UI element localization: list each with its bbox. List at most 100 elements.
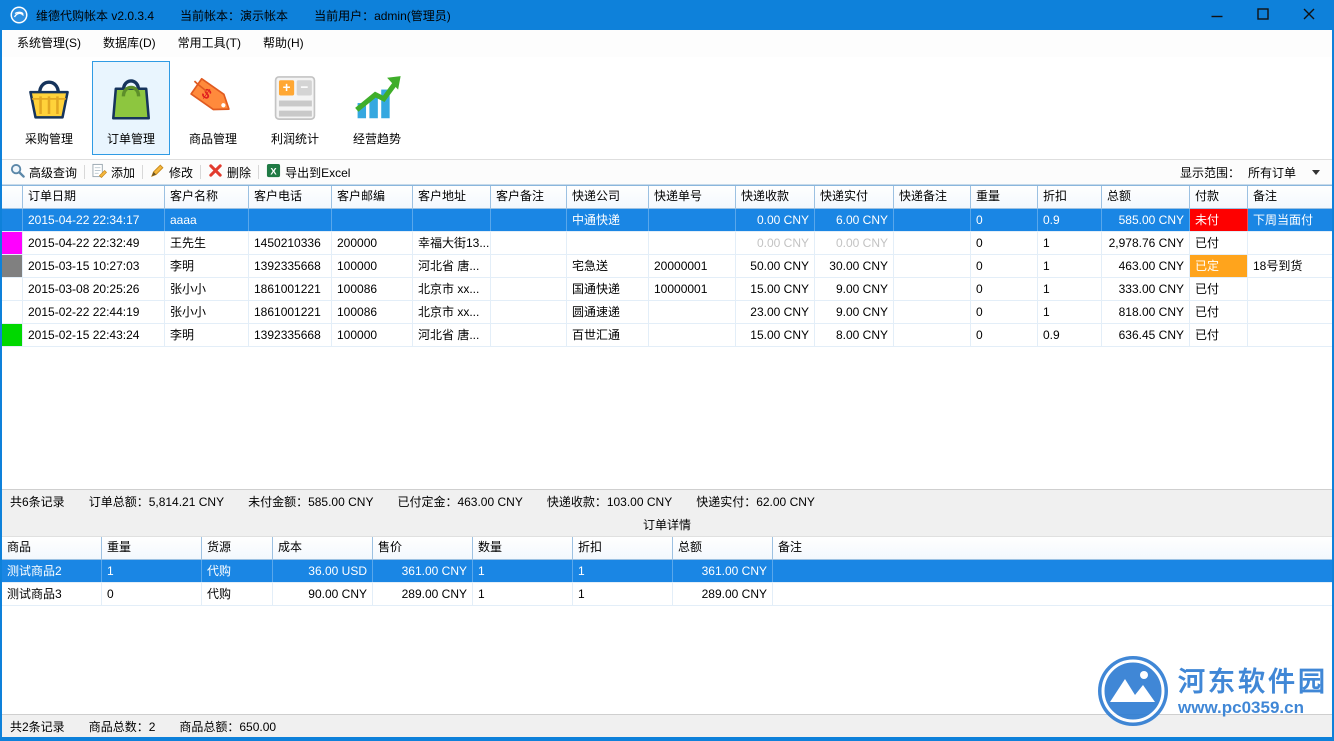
action-button-label: 添加 [111, 164, 135, 181]
maximize-icon [1257, 8, 1269, 23]
orders-column-header[interactable]: 快递单号 [649, 186, 736, 208]
order-row[interactable]: 2015-04-22 22:34:17aaaa中通快递0.00 CNY6.00 … [2, 209, 1332, 232]
action-button-delete[interactable]: 删除 [208, 163, 251, 181]
order-cell: 0.9 [1038, 209, 1102, 231]
order-cell: 30.00 CNY [815, 255, 894, 277]
order-row[interactable]: 2015-03-08 20:25:26张小小1861001221100086北京… [2, 278, 1332, 301]
order-row[interactable]: 2015-03-15 10:27:03李明1392335668100000河北省… [2, 255, 1332, 278]
maximize-button[interactable] [1240, 0, 1286, 30]
orders-column-header[interactable]: 快递公司 [567, 186, 649, 208]
orders-column-header[interactable]: 备注 [1248, 186, 1332, 208]
order-cell [1248, 301, 1332, 323]
order-cell [894, 301, 971, 323]
action-button-edit[interactable]: 修改 [150, 163, 193, 181]
detail-column-header[interactable]: 折扣 [573, 537, 673, 559]
order-cell: 1392335668 [249, 324, 332, 346]
order-cell: 18号到货 [1248, 255, 1332, 277]
detail-column-header[interactable]: 成本 [273, 537, 373, 559]
detail-column-header[interactable]: 总额 [673, 537, 773, 559]
order-row[interactable]: 2015-04-22 22:32:49王先生1450210336200000幸福… [2, 232, 1332, 255]
orders-column-header[interactable]: 付款 [1190, 186, 1248, 208]
detail-column-header[interactable]: 货源 [202, 537, 273, 559]
toolbar-button-products[interactable]: $商品管理 [174, 61, 252, 155]
toolbar-button-purchase[interactable]: 采购管理 [10, 61, 88, 155]
svg-text:X: X [270, 166, 277, 176]
orders-column-header[interactable]: 重量 [971, 186, 1038, 208]
action-buttons: 高级查询 添加修改删除 X导出到Excel [10, 163, 350, 181]
toolbar-button-label: 采购管理 [25, 130, 73, 147]
detail-column-header[interactable]: 售价 [373, 537, 473, 559]
menu-item-3[interactable]: 帮助(H) [252, 30, 315, 57]
action-button-export-excel[interactable]: X导出到Excel [266, 163, 350, 181]
order-cell: 9.00 CNY [815, 278, 894, 300]
order-cell: 1450210336 [249, 232, 332, 254]
minimize-icon [1211, 8, 1223, 23]
detail-cell: 测试商品2 [2, 560, 102, 582]
detail-column-header[interactable]: 备注 [773, 537, 1332, 559]
orders-column-header[interactable]: 订单日期 [23, 186, 165, 208]
order-cell: 张小小 [165, 301, 249, 323]
separator [142, 165, 143, 179]
orders-column-header[interactable]: 客户地址 [413, 186, 491, 208]
orders-column-header[interactable]: 折扣 [1038, 186, 1102, 208]
detail-cell [773, 583, 1332, 605]
menu-item-1[interactable]: 数据库(D) [92, 30, 167, 57]
menu-item-0[interactable]: 系统管理(S) [6, 30, 92, 57]
order-cell: 1392335668 [249, 255, 332, 277]
trend-chart-icon [349, 70, 405, 126]
detail-column-header[interactable]: 数量 [473, 537, 573, 559]
calculator-icon: +− [267, 70, 323, 126]
orders-column-header[interactable]: 快递收款 [736, 186, 815, 208]
action-button-add[interactable]: 添加 [92, 163, 135, 181]
order-cell: 8.00 CNY [815, 324, 894, 346]
toolbar-button-label: 商品管理 [189, 130, 237, 147]
toolbar-button-label: 利润统计 [271, 130, 319, 147]
app-icon [10, 6, 28, 24]
orders-column-header[interactable]: 总额 [1102, 186, 1190, 208]
summary-item: 已付定金：463.00 CNY [397, 493, 522, 510]
current-ledger-label: 当前帐本：演示帐本 [180, 7, 288, 24]
watermark-text: 河东软件园 www.pc0359.cn [1178, 667, 1328, 718]
orders-column-header[interactable]: 客户邮编 [332, 186, 413, 208]
order-cell: 李明 [165, 255, 249, 277]
order-cell: 幸福大街13... [413, 232, 491, 254]
order-cell: 1 [1038, 255, 1102, 277]
order-cell: 已付 [1190, 278, 1248, 300]
detail-column-header[interactable]: 商品 [2, 537, 102, 559]
svg-text:−: − [300, 79, 308, 94]
order-row[interactable]: 2015-02-15 22:43:24李明1392335668100000河北省… [2, 324, 1332, 347]
excel-icon: X [266, 163, 281, 181]
app-title: 维德代购帐本 v2.0.3.4 [36, 7, 154, 24]
order-cell: 100086 [332, 301, 413, 323]
separator [84, 165, 85, 179]
toolbar-button-trend[interactable]: 经营趋势 [338, 61, 416, 155]
order-cell: 王先生 [165, 232, 249, 254]
order-row[interactable]: 2015-02-22 22:44:19张小小1861001221100086北京… [2, 301, 1332, 324]
toolbar-button-orders[interactable]: 订单管理 [92, 61, 170, 155]
payment-status-badge: 已定 [1190, 255, 1248, 277]
orders-table: 订单日期客户名称客户电话客户邮编客户地址客户备注快递公司快递单号快递收款快递实付… [2, 185, 1332, 489]
minimize-button[interactable] [1194, 0, 1240, 30]
menu-item-2[interactable]: 常用工具(T) [167, 30, 252, 57]
scope-dropdown[interactable]: 所有订单 [1248, 164, 1324, 181]
orders-column-header[interactable]: 快递备注 [894, 186, 971, 208]
order-cell: 圆通速递 [567, 301, 649, 323]
order-cell [491, 232, 567, 254]
detail-cell: 1 [473, 583, 573, 605]
order-cell: 李明 [165, 324, 249, 346]
orders-column-header[interactable]: 快递实付 [815, 186, 894, 208]
order-cell: 1861001221 [249, 278, 332, 300]
action-button-advanced-search[interactable]: 高级查询 [10, 163, 77, 181]
orders-column-header[interactable]: 客户名称 [165, 186, 249, 208]
orders-column-header[interactable]: 客户电话 [249, 186, 332, 208]
toolbar-button-profit[interactable]: +− 利润统计 [256, 61, 334, 155]
scope-area: 显示范围： 所有订单 [1180, 164, 1324, 181]
detail-cell: 1 [573, 583, 673, 605]
detail-column-header[interactable]: 重量 [102, 537, 202, 559]
row-color-marker [2, 324, 23, 346]
close-button[interactable] [1286, 0, 1332, 30]
detail-row[interactable]: 测试商品30代购90.00 CNY289.00 CNY11289.00 CNY [2, 583, 1332, 606]
order-cell [491, 324, 567, 346]
orders-column-header[interactable]: 客户备注 [491, 186, 567, 208]
detail-row[interactable]: 测试商品21代购36.00 USD361.00 CNY11361.00 CNY [2, 560, 1332, 583]
